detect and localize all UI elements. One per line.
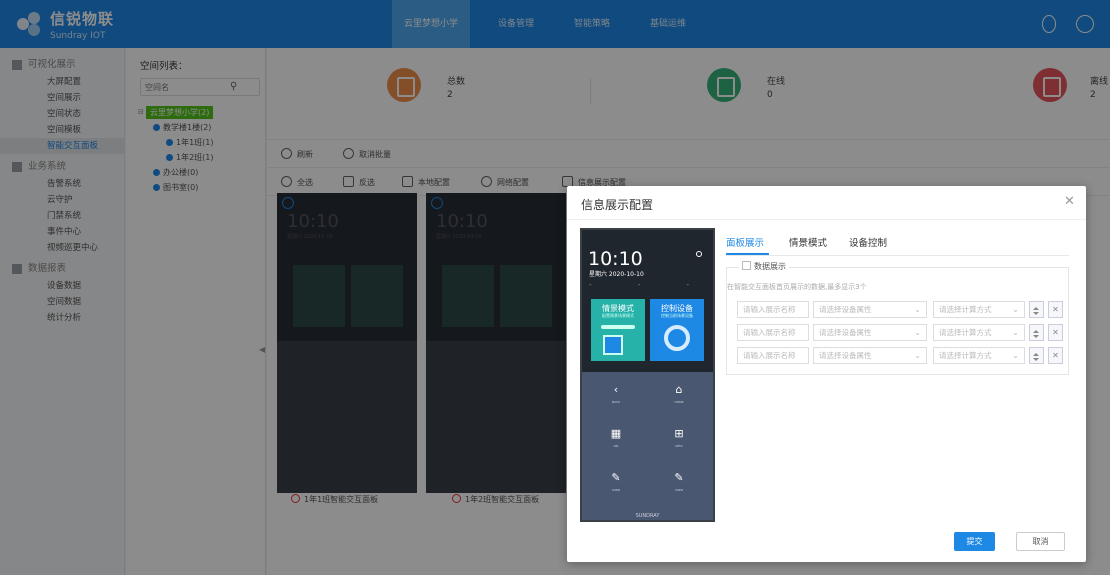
- edit-icon: ✎ USER: [674, 471, 684, 493]
- control-icon: [664, 325, 690, 351]
- edit-icon: ✎ USER: [611, 471, 621, 493]
- chevron-down-icon: ⌄: [1012, 328, 1019, 337]
- gear-icon: [696, 251, 702, 257]
- chevron-down-icon: ⌄: [914, 305, 921, 314]
- chevron-down-icon: ⌄: [1012, 305, 1019, 314]
- device-attr-select[interactable]: 请选择设备属性 ⌄: [813, 301, 927, 318]
- chevron-down-icon: ⌄: [914, 328, 921, 337]
- calc-method-select[interactable]: 请选择计算方式 ⌄: [933, 347, 1025, 364]
- dialog-title: 信息展示配置: [581, 198, 654, 212]
- display-name-input[interactable]: 请输入展示名称: [737, 301, 809, 318]
- scene-icon: [603, 335, 623, 355]
- calc-method-select[interactable]: 请选择计算方式 ⌄: [933, 324, 1025, 341]
- delete-row-button[interactable]: ✕: [1048, 347, 1063, 364]
- sort-stepper[interactable]: [1029, 347, 1044, 364]
- preview-placeholders: - - -: [589, 281, 712, 289]
- panel-preview: 10:10 星期六 2020-10-10 - - - 情景模式 配置情景场景模式…: [580, 228, 715, 522]
- delete-row-button[interactable]: ✕: [1048, 324, 1063, 341]
- calc-method-select[interactable]: 请选择计算方式 ⌄: [933, 301, 1025, 318]
- preview-footer: SUNDRAY: [635, 513, 660, 519]
- preview-time: 10:10: [588, 248, 643, 270]
- tab-device-control[interactable]: 设备控制: [849, 235, 887, 249]
- data-display-checkbox[interactable]: 数据展示: [739, 261, 789, 272]
- close-icon[interactable]: ✕: [1064, 194, 1075, 209]
- delete-row-button[interactable]: ✕: [1048, 301, 1063, 318]
- back-icon: ‹ BACK: [611, 383, 621, 405]
- grid-icon: ⊞ INFO: [674, 427, 684, 449]
- info-display-config-dialog: 信息展示配置 ✕ 10:10 星期六 2020-10-10 - - - 情景模式…: [567, 186, 1086, 562]
- preview-date: 星期六 2020-10-10: [589, 271, 644, 278]
- home-icon: ⌂ HOME: [674, 383, 684, 405]
- preview-nav-grid: ‹ BACK ⌂ HOME ▦ AIR ⊞ INFO ✎ USER ✎ USER: [582, 372, 713, 510]
- cancel-button[interactable]: 取消: [1016, 532, 1065, 551]
- tab-panel-display[interactable]: 面板展示: [726, 235, 764, 249]
- device-attr-select[interactable]: 请选择设备属性 ⌄: [813, 347, 927, 364]
- active-tab-indicator: [726, 253, 769, 255]
- chevron-down-icon: ⌄: [914, 351, 921, 360]
- preview-scene-tile: 情景模式 配置情景场景模式: [591, 299, 645, 361]
- display-name-input[interactable]: 请输入展示名称: [737, 347, 809, 364]
- sort-stepper[interactable]: [1029, 301, 1044, 318]
- data-display-hint: 在智能交互面板首页展示的数据,最多显示3个: [727, 283, 867, 291]
- apps-icon: ▦ AIR: [610, 427, 622, 449]
- display-name-input[interactable]: 请输入展示名称: [737, 324, 809, 341]
- submit-button[interactable]: 提交: [954, 532, 995, 551]
- chevron-down-icon: ⌄: [1012, 351, 1019, 360]
- device-attr-select[interactable]: 请选择设备属性 ⌄: [813, 324, 927, 341]
- data-display-fieldset: 数据展示 在智能交互面板首页展示的数据,最多显示3个 请输入展示名称 请选择设备…: [726, 261, 1069, 375]
- tab-scene-mode[interactable]: 情景模式: [789, 235, 827, 249]
- preview-control-tile: 控制设备 控制当前场景设备: [650, 299, 704, 361]
- sort-stepper[interactable]: [1029, 324, 1044, 341]
